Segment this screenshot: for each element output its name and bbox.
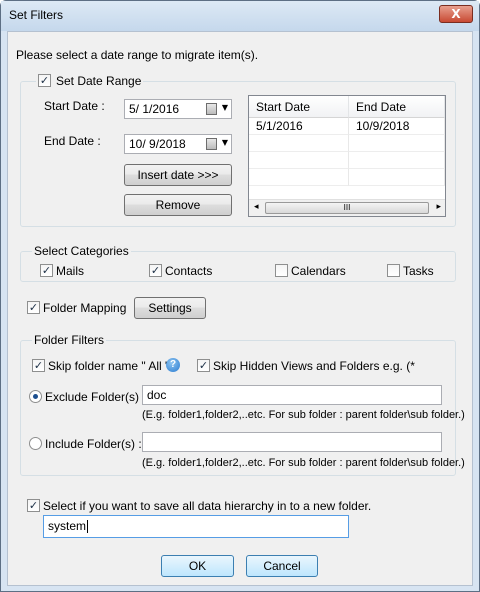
- tasks-checkbox[interactable]: [387, 264, 400, 277]
- scroll-right-icon[interactable]: ▸: [436, 202, 441, 212]
- folder-mapping-label[interactable]: Folder Mapping: [43, 301, 126, 315]
- exclude-folders-label[interactable]: Exclude Folder(s) :: [45, 390, 146, 404]
- grid-cell-empty: [349, 169, 445, 186]
- hierarchy-checkbox[interactable]: ✓: [27, 499, 40, 512]
- chevron-down-icon[interactable]: ▼: [222, 104, 228, 112]
- calendar-icon: [206, 138, 217, 150]
- grid-header-end[interactable]: End Date: [349, 96, 445, 118]
- start-date-label: Start Date :: [44, 99, 105, 113]
- date-range-grid[interactable]: Start Date End Date 5/1/2016 10/9/2018 ◂…: [248, 95, 446, 217]
- window-title: Set Filters: [9, 8, 64, 22]
- skip-all-checkbox[interactable]: ✓: [32, 359, 45, 372]
- scroll-left-icon[interactable]: ◂: [254, 202, 259, 212]
- intro-text: Please select a date range to migrate it…: [16, 48, 259, 62]
- include-folders-radio[interactable]: [29, 437, 42, 450]
- exclude-folders-input[interactable]: doc: [142, 385, 442, 405]
- help-icon[interactable]: ?: [166, 358, 180, 372]
- grid-cell-start[interactable]: 5/1/2016: [249, 118, 349, 135]
- hierarchy-label[interactable]: Select if you want to save all data hier…: [43, 499, 371, 513]
- ok-button[interactable]: OK: [161, 555, 234, 577]
- hierarchy-folder-input[interactable]: system: [43, 515, 349, 538]
- grid-cell-empty: [349, 152, 445, 169]
- include-hint: (E.g. folder1,folder2,..etc. For sub fol…: [142, 457, 465, 469]
- calendars-checkbox[interactable]: [275, 264, 288, 277]
- tasks-label[interactable]: Tasks: [403, 264, 434, 278]
- close-icon: X: [451, 7, 461, 21]
- grid-cell-empty: [249, 152, 349, 169]
- hierarchy-folder-value: system: [48, 519, 87, 533]
- dialog-window: Set Filters X Please select a date range…: [0, 0, 480, 592]
- cancel-button[interactable]: Cancel: [246, 555, 318, 577]
- remove-button[interactable]: Remove: [124, 194, 232, 216]
- mails-checkbox[interactable]: ✓: [40, 264, 53, 277]
- set-date-range-checkbox[interactable]: ✓: [38, 74, 51, 87]
- insert-date-button[interactable]: Insert date >>>: [124, 164, 232, 186]
- date-range-legend[interactable]: ✓ Set Date Range: [36, 74, 144, 88]
- grid-cell-end[interactable]: 10/9/2018: [349, 118, 445, 135]
- exclude-hint: (E.g. folder1,folder2,..etc. For sub fol…: [142, 409, 465, 421]
- contacts-checkbox[interactable]: ✓: [149, 264, 162, 277]
- grid-cell-empty: [249, 169, 349, 186]
- mails-label[interactable]: Mails: [56, 264, 84, 278]
- title-bar[interactable]: Set Filters X: [1, 1, 479, 31]
- settings-button[interactable]: Settings: [134, 297, 206, 319]
- categories-legend: Select Categories: [32, 244, 131, 258]
- end-date-label: End Date :: [44, 134, 101, 148]
- horizontal-scrollbar[interactable]: ◂ III ▸: [249, 199, 445, 216]
- set-date-range-label: Set Date Range: [56, 74, 142, 88]
- scroll-thumb[interactable]: III: [265, 202, 429, 214]
- include-folders-label[interactable]: Include Folder(s) :: [45, 437, 142, 451]
- folder-mapping-checkbox[interactable]: ✓: [27, 301, 40, 314]
- calendars-label[interactable]: Calendars: [291, 264, 346, 278]
- exclude-folders-radio[interactable]: [29, 390, 42, 403]
- grid-cell-empty: [249, 135, 349, 152]
- chevron-down-icon[interactable]: ▼: [222, 139, 228, 147]
- skip-all-label[interactable]: Skip folder name " All ": [48, 359, 169, 373]
- contacts-label[interactable]: Contacts: [165, 264, 212, 278]
- folder-filters-legend: Folder Filters: [32, 333, 107, 347]
- start-date-picker[interactable]: 5/ 1/2016 ▼: [124, 99, 232, 119]
- end-date-picker[interactable]: 10/ 9/2018 ▼: [124, 134, 232, 154]
- calendar-icon: [206, 103, 217, 115]
- close-button[interactable]: X: [439, 5, 473, 23]
- end-date-value: 10/ 9/2018: [129, 137, 186, 151]
- dialog-body: Please select a date range to migrate it…: [7, 31, 473, 586]
- grid-header-start[interactable]: Start Date: [249, 96, 349, 118]
- start-date-value: 5/ 1/2016: [129, 102, 180, 116]
- skip-hidden-checkbox[interactable]: ✓: [197, 359, 210, 372]
- include-folders-input[interactable]: [142, 432, 442, 452]
- text-cursor: [87, 520, 89, 534]
- skip-hidden-label[interactable]: Skip Hidden Views and Folders e.g. (*: [213, 359, 415, 373]
- grid-cell-empty: [349, 135, 445, 152]
